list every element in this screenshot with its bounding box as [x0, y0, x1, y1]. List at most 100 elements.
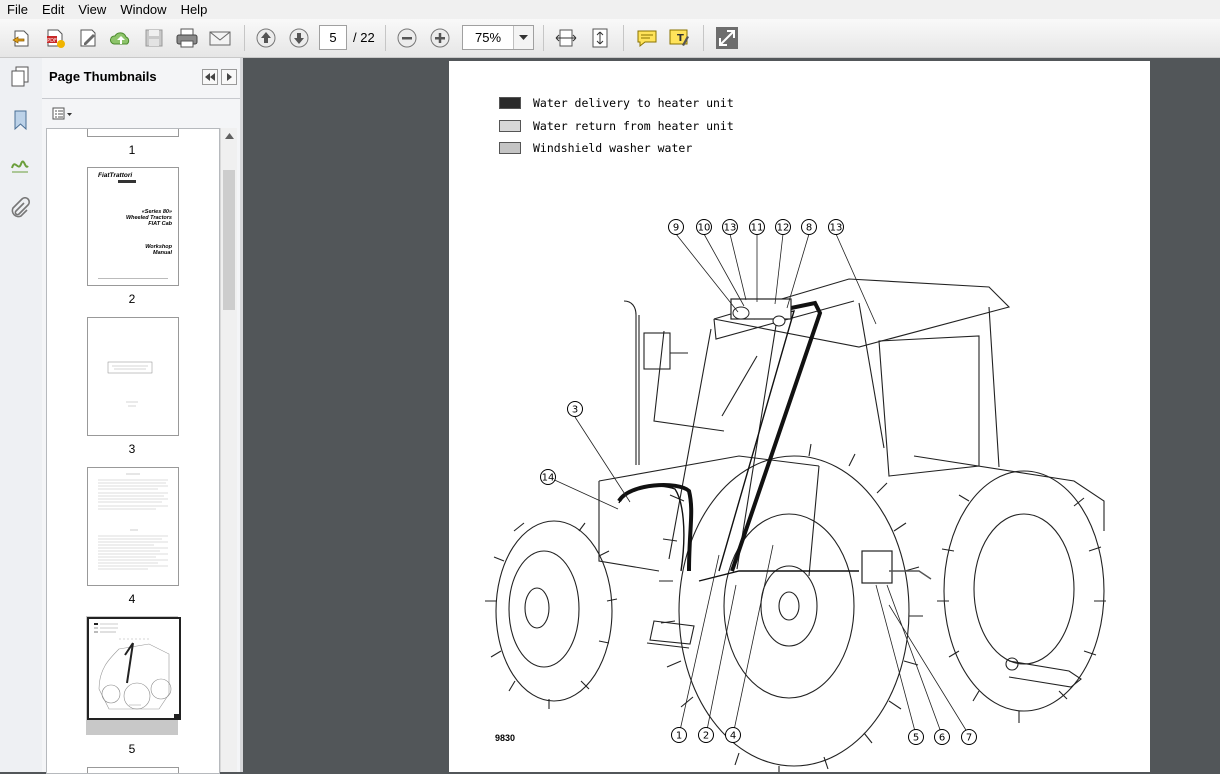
thumb-line5: Manual — [153, 250, 172, 256]
zoom-in-icon[interactable] — [426, 24, 454, 52]
menu-view[interactable]: View — [71, 0, 113, 19]
menu-file[interactable]: File — [0, 0, 35, 19]
email-icon[interactable] — [206, 24, 234, 52]
print-icon[interactable] — [173, 24, 201, 52]
fit-width-icon[interactable] — [552, 24, 580, 52]
page-number-input[interactable]: 5 — [319, 25, 347, 50]
thumbnail-scrollbar[interactable] — [220, 128, 237, 772]
zoom-select[interactable]: 75% — [462, 25, 534, 50]
callout-marker: 3 — [567, 401, 583, 417]
water-delivery-pipe — [617, 300, 823, 572]
callout-label: 6 — [939, 733, 945, 744]
callout-label: 13 — [724, 223, 737, 234]
toolbar-separator — [385, 25, 386, 51]
fit-page-icon[interactable] — [586, 24, 614, 52]
toolbar-separator — [623, 25, 624, 51]
toolbar-separator — [703, 25, 704, 51]
collapse-panel-icon[interactable] — [202, 69, 218, 85]
zoom-out-icon[interactable] — [393, 24, 421, 52]
thumbnail-page-3[interactable] — [87, 317, 179, 436]
callouts-left: 3 14 — [540, 401, 583, 485]
save-icon[interactable] — [140, 24, 168, 52]
thumbnail-label: 5 — [128, 742, 136, 756]
navigation-pane — [0, 58, 43, 772]
page-total: / 22 — [353, 30, 375, 45]
scroll-up-icon[interactable] — [221, 128, 237, 144]
thumbnail-list: 1 FiatTrattori «Series 80» Wheeled Tract… — [46, 128, 220, 774]
cloud-upload-icon[interactable] — [107, 24, 135, 52]
callout-label: 14 — [542, 473, 555, 484]
page-thumbnails-icon[interactable] — [8, 64, 32, 88]
panel-title: Page Thumbnails — [49, 69, 157, 84]
callout-label: 7 — [966, 733, 972, 744]
toolbar-separator — [244, 25, 245, 51]
open-icon[interactable] — [8, 24, 36, 52]
scrollbar-thumb[interactable] — [223, 170, 235, 310]
callout-marker: 7 — [961, 729, 977, 745]
toolbar-separator — [543, 25, 544, 51]
water-return-pipe — [618, 310, 859, 582]
callout-marker: 13 — [828, 219, 844, 235]
document-page: Water delivery to heater unit Water retu… — [449, 61, 1150, 772]
callout-marker: 14 — [540, 469, 556, 485]
callout-marker: 10 — [696, 219, 712, 235]
callout-marker: 1 — [671, 727, 687, 743]
callout-label: 2 — [703, 731, 709, 742]
callout-marker: 8 — [801, 219, 817, 235]
callout-label: 9 — [673, 223, 679, 234]
callout-label: 11 — [751, 223, 764, 234]
thumbnails-panel: Page Thumbnails 1 FiatTrattori «Series 8… — [42, 58, 240, 774]
svg-text:T: T — [677, 33, 684, 44]
callout-marker: 9 — [668, 219, 684, 235]
thumb-page-3-content — [107, 361, 153, 407]
bookmarks-icon[interactable] — [8, 108, 32, 132]
next-page-icon[interactable] — [285, 24, 313, 52]
thumbnail-page-2[interactable]: FiatTrattori «Series 80» Wheeled Tractor… — [87, 167, 179, 286]
tractor-outline — [485, 278, 1106, 772]
callout-label: 3 — [572, 405, 578, 416]
panel-splitter[interactable] — [240, 58, 243, 772]
thumbnail-label: 2 — [128, 292, 136, 306]
chevron-down-icon[interactable] — [513, 26, 533, 49]
comment-icon[interactable] — [633, 24, 661, 52]
callout-marker: 2 — [698, 727, 714, 743]
svg-text:PDF: PDF — [47, 38, 57, 44]
thumbnail-page-5[interactable] — [87, 617, 181, 720]
thumb-brand-bar — [118, 180, 136, 183]
menu-window[interactable]: Window — [113, 0, 173, 19]
callouts-bottom: 1 2 4 5 6 7 — [671, 727, 977, 745]
callout-label: 5 — [913, 733, 919, 744]
thumb-line3: FIAT Cab — [148, 221, 172, 227]
previous-page-icon[interactable] — [252, 24, 280, 52]
menu-edit[interactable]: Edit — [35, 0, 71, 19]
toolbar: PDF 5 / 22 75% T — [0, 19, 1220, 58]
figure-number: 9830 — [495, 733, 516, 743]
callout-label: 1 — [676, 731, 682, 742]
callout-label: 8 — [806, 223, 812, 234]
tractor-diagram: 9 10 13 11 12 8 13 3 14 1 2 4 5 6 7 — [485, 219, 1106, 772]
fullscreen-icon[interactable] — [713, 24, 741, 52]
heater-unit — [730, 298, 792, 327]
menu-help[interactable]: Help — [174, 0, 215, 19]
edit-icon[interactable] — [74, 24, 102, 52]
callout-label: 12 — [777, 223, 790, 234]
thumbnail-page-1[interactable] — [87, 129, 179, 137]
create-pdf-icon[interactable]: PDF — [41, 24, 69, 52]
thumbnail-page-4[interactable] — [87, 467, 179, 586]
callout-marker: 5 — [908, 729, 924, 745]
divider — [42, 98, 240, 99]
signatures-icon[interactable] — [8, 152, 32, 176]
thumbnail-options-button[interactable] — [50, 105, 76, 123]
thumb-brand: FiatTrattori — [98, 172, 133, 179]
callout-label: 13 — [830, 223, 843, 234]
callout-label: 10 — [698, 223, 711, 234]
callout-marker: 12 — [775, 219, 791, 235]
callout-marker: 11 — [749, 219, 765, 235]
thumbnail-page-6[interactable] — [87, 767, 179, 773]
zoom-value: 75% — [475, 30, 502, 45]
highlight-icon[interactable]: T — [665, 24, 693, 52]
expand-panel-icon[interactable] — [221, 69, 237, 85]
callout-marker: 6 — [934, 729, 950, 745]
thumbnail-label: 3 — [128, 442, 136, 456]
attachments-icon[interactable] — [8, 196, 32, 220]
